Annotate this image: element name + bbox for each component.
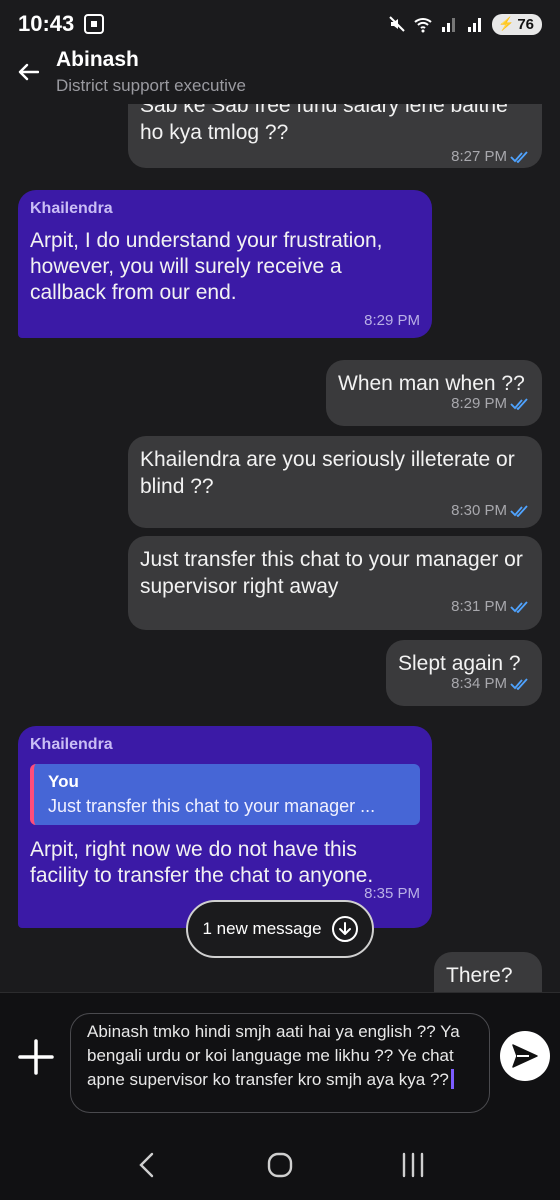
message-text: Sab ke Sab free fund salary lene baithe … xyxy=(140,104,508,144)
quoted-message[interactable]: You Just transfer this chat to your mana… xyxy=(30,764,420,825)
system-nav-bar xyxy=(0,1130,560,1200)
message-meta: 8:29 PM xyxy=(30,312,420,329)
message-outgoing[interactable]: Slept again ? 8:34 PM xyxy=(386,640,542,706)
message-text: Arpit, right now we do not have this fac… xyxy=(30,838,374,887)
signal-icon xyxy=(468,18,482,32)
message-text: Arpit, I do understand your frustration,… xyxy=(30,229,383,304)
new-message-button[interactable]: 1 new message xyxy=(186,900,374,958)
status-bar: 10:43 ⚡ 76 xyxy=(0,0,560,48)
recents-icon xyxy=(403,1152,424,1178)
message-outgoing[interactable]: Khailendra are you seriously illeterate … xyxy=(128,436,542,528)
message-text: There? xyxy=(446,964,513,987)
contact-subtitle: District support executive xyxy=(56,76,246,95)
message-meta: 8:34 PM xyxy=(398,675,530,692)
sender-name: Khailendra xyxy=(30,736,113,753)
message-input-text: Abinash tmko hindi smjh aati hai ya engl… xyxy=(87,1022,460,1089)
contact-info[interactable]: Abinash District support executive xyxy=(56,48,246,96)
message-text: Just transfer this chat to your manager … xyxy=(140,548,523,598)
message-list[interactable]: Sab ke Sab free fund salary lene baithe … xyxy=(0,104,560,992)
sender-name: Khailendra xyxy=(30,200,113,217)
message-incoming[interactable]: Khailendra You Just transfer this chat t… xyxy=(18,726,432,928)
message-incoming[interactable]: Khailendra Arpit, I do understand your f… xyxy=(18,190,432,338)
text-cursor xyxy=(450,1069,454,1089)
quote-text: Just transfer this chat to your manager … xyxy=(48,796,376,816)
message-meta: 8:29 PM xyxy=(338,395,530,412)
message-time: 8:31 PM xyxy=(451,598,507,615)
message-meta: 8:30 PM xyxy=(140,502,530,519)
battery-icon: ⚡ 76 xyxy=(492,13,542,35)
read-check-icon xyxy=(510,504,528,517)
message-time: 8:34 PM xyxy=(451,675,507,692)
quote-author: You xyxy=(48,772,79,791)
screenshot-icon xyxy=(84,14,105,34)
send-button[interactable] xyxy=(500,1031,550,1081)
wifi-icon xyxy=(414,18,432,33)
read-check-icon xyxy=(510,677,528,690)
message-time: 8:29 PM xyxy=(364,312,420,329)
message-outgoing[interactable]: Sab ke Sab free fund salary lene baithe … xyxy=(128,104,542,168)
message-meta: 8:27 PM xyxy=(140,148,530,165)
message-text: Khailendra are you seriously illeterate … xyxy=(140,448,515,498)
message-time: 8:29 PM xyxy=(451,395,507,412)
read-check-icon xyxy=(510,150,528,163)
battery-level: 76 xyxy=(517,15,534,33)
contact-name: Abinash xyxy=(56,48,139,71)
plus-icon xyxy=(18,1039,54,1075)
new-message-label: 1 new message xyxy=(202,919,322,938)
message-text: Slept again ? xyxy=(398,652,521,675)
attach-button[interactable] xyxy=(16,1037,56,1077)
send-icon xyxy=(512,1044,538,1068)
chat-header: Abinash District support executive xyxy=(0,48,560,104)
composer: Abinash tmko hindi smjh aati hai ya engl… xyxy=(0,992,560,1130)
message-outgoing[interactable]: There? xyxy=(434,952,542,992)
signal-icon xyxy=(442,18,456,32)
arrow-down-icon xyxy=(331,916,358,942)
message-time: 8:30 PM xyxy=(451,502,507,519)
nav-recents-button[interactable] xyxy=(393,1145,433,1185)
back-button[interactable] xyxy=(0,48,56,96)
message-time: 8:35 PM xyxy=(364,885,420,902)
chevron-left-icon xyxy=(138,1152,153,1178)
message-time: 8:27 PM xyxy=(451,148,507,165)
nav-back-button[interactable] xyxy=(127,1145,167,1185)
status-icons: ⚡ 76 xyxy=(388,13,542,35)
message-outgoing[interactable]: Just transfer this chat to your manager … xyxy=(128,536,542,630)
message-text: When man when ?? xyxy=(338,372,525,395)
read-check-icon xyxy=(510,600,528,613)
mute-icon xyxy=(389,16,405,32)
message-outgoing[interactable]: When man when ?? 8:29 PM xyxy=(326,360,542,426)
status-time: 10:43 xyxy=(18,11,75,36)
read-check-icon xyxy=(510,397,528,410)
home-icon xyxy=(267,1152,293,1178)
message-input[interactable]: Abinash tmko hindi smjh aati hai ya engl… xyxy=(70,1013,490,1113)
nav-home-button[interactable] xyxy=(260,1145,300,1185)
arrow-left-icon xyxy=(18,63,39,81)
message-meta: 8:31 PM xyxy=(140,598,530,615)
